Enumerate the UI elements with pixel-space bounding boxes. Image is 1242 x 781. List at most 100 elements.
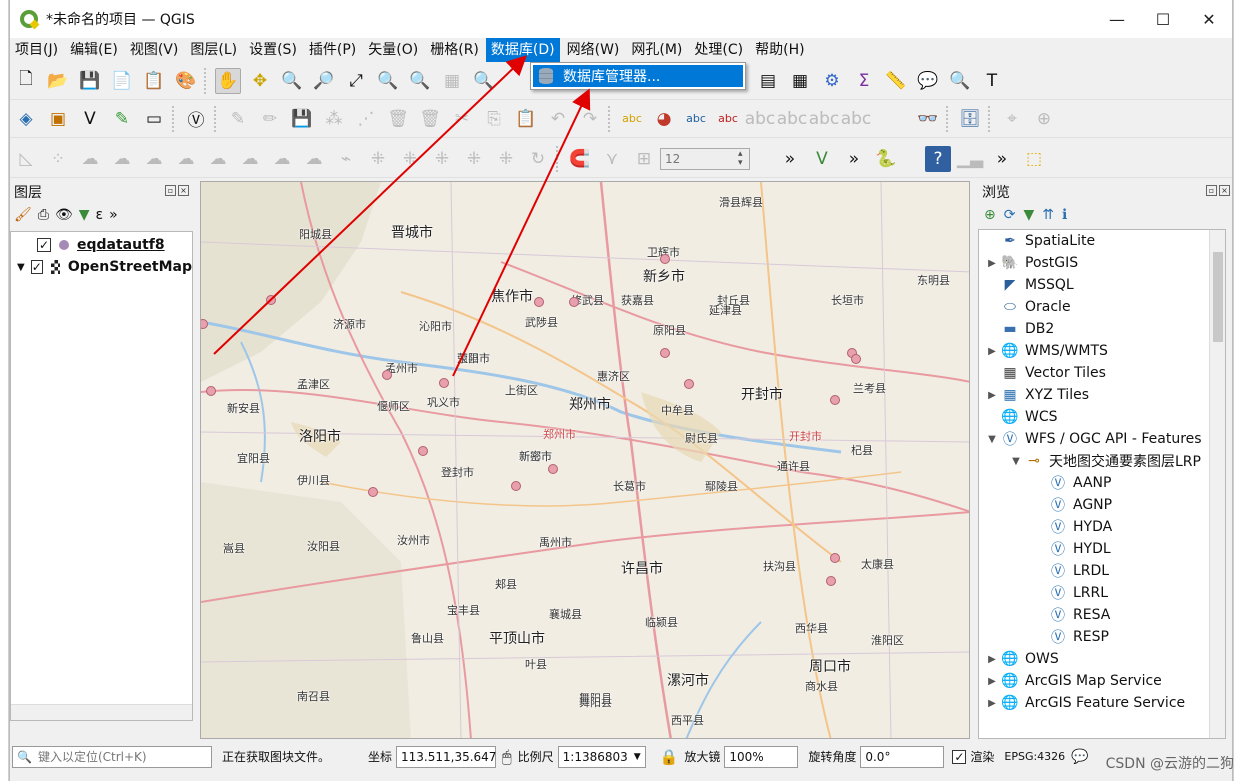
- label-pin-icon[interactable]: abc: [683, 106, 709, 132]
- horizontal-scrollbar[interactable]: [11, 704, 192, 720]
- digitize-icon[interactable]: ✎: [109, 106, 135, 132]
- label-move-icon[interactable]: abc: [745, 106, 776, 132]
- browser-item[interactable]: ◤ MSSQL: [979, 274, 1225, 296]
- refresh-icon[interactable]: ⟳: [1004, 207, 1016, 223]
- locator-search-input[interactable]: 🔍 键入以定位(Ctrl+K): [12, 745, 212, 768]
- network-tool-icon[interactable]: ⌖: [999, 106, 1025, 132]
- menu-raster[interactable]: 栅格(R): [425, 38, 484, 62]
- digitize-shape-14-icon[interactable]: ⁜: [493, 146, 519, 172]
- digitize-shape-7-icon[interactable]: ☁: [269, 146, 295, 172]
- earthquake-point[interactable]: [830, 395, 840, 405]
- label-change-icon[interactable]: abc: [809, 106, 840, 132]
- messages-icon[interactable]: 💬: [1071, 749, 1088, 765]
- browser-item[interactable]: Ⓥ AANP: [979, 472, 1225, 494]
- snap-vertex-icon[interactable]: ⁘: [45, 146, 71, 172]
- layer-row-eqdatautf8[interactable]: ✓ eqdatautf8: [11, 234, 192, 256]
- browser-item[interactable]: ▶ 🌐 ArcGIS Feature Service: [979, 692, 1225, 714]
- field-calculator-icon[interactable]: ▦: [787, 68, 813, 94]
- label-properties-icon[interactable]: abc: [841, 106, 872, 132]
- menu-edit[interactable]: 编辑(E): [65, 38, 123, 62]
- browser-item[interactable]: ▬ DB2: [979, 318, 1225, 340]
- data-source-manager-icon[interactable]: ◈: [13, 106, 39, 132]
- digitize-shape-3-icon[interactable]: ☁: [141, 146, 167, 172]
- browser-item[interactable]: ▶ 🌐 WMS/WMTS: [979, 340, 1225, 362]
- attribute-table-icon[interactable]: ▤: [755, 68, 781, 94]
- digitize-shape-12-icon[interactable]: ⁜: [429, 146, 455, 172]
- more-tools-chevron-3-icon[interactable]: »: [989, 146, 1015, 172]
- browser-item[interactable]: ▦ Vector Tiles: [979, 362, 1225, 384]
- digitize-shape-8-icon[interactable]: ☁: [301, 146, 327, 172]
- earthquake-point[interactable]: [418, 446, 428, 456]
- expand-arrow-icon[interactable]: ▶: [985, 390, 999, 401]
- delete-icon[interactable]: 🗑: [385, 106, 411, 132]
- virtual-layer-icon[interactable]: Ⓥ: [183, 106, 209, 132]
- close-button[interactable]: ✕: [1186, 0, 1232, 38]
- zoom-to-selection-icon[interactable]: 🔍: [375, 68, 401, 94]
- network-add-icon[interactable]: ⊕: [1031, 106, 1057, 132]
- earthquake-point[interactable]: [660, 254, 670, 264]
- browser-item[interactable]: ✒ SpatiaLite: [979, 230, 1225, 252]
- earthquake-point[interactable]: [548, 464, 558, 474]
- browser-item[interactable]: ▼ ⊸ 天地图交通要素图层LRP: [979, 450, 1225, 472]
- browser-item[interactable]: Ⓥ RESP: [979, 626, 1225, 648]
- more-tools-chevron-icon[interactable]: »: [777, 146, 803, 172]
- browser-item[interactable]: ▶ 🌐 ArcGIS Map Service: [979, 670, 1225, 692]
- save-edits-icon[interactable]: 💾: [289, 106, 315, 132]
- browser-item[interactable]: ▶ 🌐 OWS: [979, 648, 1225, 670]
- layer-checkbox[interactable]: ✓: [37, 238, 51, 252]
- undo-icon[interactable]: ↶: [545, 106, 571, 132]
- menu-vector[interactable]: 矢量(O): [363, 38, 423, 62]
- expand-arrow-icon[interactable]: ▶: [985, 258, 999, 269]
- browser-item[interactable]: Ⓥ HYDL: [979, 538, 1225, 560]
- cut-icon[interactable]: ✂: [449, 106, 475, 132]
- zoom-full-icon[interactable]: ⤢: [343, 68, 369, 94]
- float-panel-icon[interactable]: ▫: [165, 185, 176, 196]
- processing-toolbox-icon[interactable]: ⚙: [819, 68, 845, 94]
- browser-item[interactable]: Ⓥ HYDA: [979, 516, 1225, 538]
- style-panel-icon[interactable]: 🖌: [14, 207, 32, 223]
- digitize-shape-1-icon[interactable]: ☁: [77, 146, 103, 172]
- browser-item[interactable]: 🌐 WCS: [979, 406, 1225, 428]
- filter-browser-icon[interactable]: ▼: [1023, 207, 1034, 223]
- python-console-icon[interactable]: 🐍: [873, 146, 899, 172]
- browser-item[interactable]: Ⓥ AGNP: [979, 494, 1225, 516]
- browser-item[interactable]: ⬭ Oracle: [979, 296, 1225, 318]
- expand-arrow-icon[interactable]: ▶: [985, 676, 999, 687]
- new-print-layout-icon[interactable]: 📄: [109, 68, 135, 94]
- layer-row-openstreetmap[interactable]: ▼ ✓ OpenStreetMap: [11, 256, 192, 278]
- redo-icon[interactable]: ↷: [577, 106, 603, 132]
- snapping-magnet-icon[interactable]: 🧲: [567, 146, 593, 172]
- browser-item[interactable]: ▶ ▦ XYZ Tiles: [979, 384, 1225, 406]
- browser-item[interactable]: ▼ Ⓥ WFS / OGC API - Features: [979, 428, 1225, 450]
- snap-tolerance-spinbox[interactable]: 12: [660, 147, 750, 170]
- earthquake-point[interactable]: [382, 370, 392, 380]
- label-hide-icon[interactable]: abc: [715, 106, 741, 132]
- earthquake-point[interactable]: [684, 379, 694, 389]
- browser-item[interactable]: Ⓥ RESA: [979, 604, 1225, 626]
- earthquake-point[interactable]: [534, 297, 544, 307]
- earthquake-point[interactable]: [830, 553, 840, 563]
- measure-line-icon[interactable]: 📏: [883, 68, 909, 94]
- earthquake-point[interactable]: [826, 576, 836, 586]
- layer-checkbox[interactable]: ✓: [30, 260, 43, 274]
- menu-web[interactable]: 网络(W): [562, 38, 625, 62]
- digitize-shape-5-icon[interactable]: ☁: [205, 146, 231, 172]
- menu-processing[interactable]: 处理(C): [689, 38, 748, 62]
- text-annotation-icon[interactable]: T: [979, 68, 1005, 94]
- menu-mesh[interactable]: 网孔(M): [626, 38, 687, 62]
- trash-icon[interactable]: 🗑: [417, 106, 443, 132]
- snap-vertex-mode-icon[interactable]: ⋎: [599, 146, 625, 172]
- close-panel-icon[interactable]: ×: [1219, 185, 1230, 196]
- magnifier-spinbox[interactable]: 100%: [724, 745, 799, 768]
- new-project-icon[interactable]: 🗋: [13, 68, 39, 94]
- add-group-icon[interactable]: ⎙: [38, 207, 49, 223]
- digitize-shape-10-icon[interactable]: ⁜: [365, 146, 391, 172]
- new-shapefile-icon[interactable]: V: [77, 106, 103, 132]
- label-rotate-icon[interactable]: abc: [777, 106, 808, 132]
- earthquake-point[interactable]: [511, 481, 521, 491]
- filter-legend-icon[interactable]: ▼: [79, 207, 90, 223]
- zoom-to-layer-icon[interactable]: 🔍: [407, 68, 433, 94]
- vertex-editor-icon[interactable]: V: [809, 146, 835, 172]
- menu-view[interactable]: 视图(V): [125, 38, 184, 62]
- vertical-scrollbar[interactable]: [1209, 230, 1225, 738]
